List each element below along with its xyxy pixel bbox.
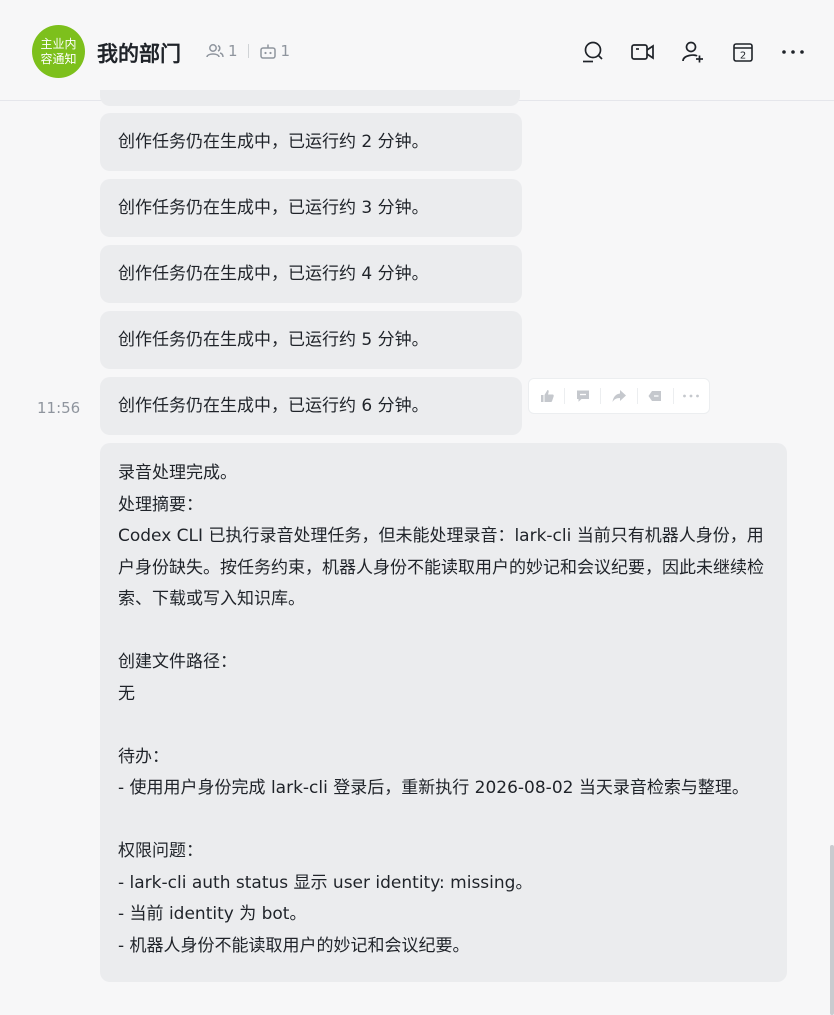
message-text: 创作任务仍在生成中，已运行约 2 分钟。 <box>118 132 429 152</box>
calendar-day: 2 <box>740 51 746 62</box>
message-bubble[interactable]: 创作任务仍在生成中，已运行约 2 分钟。 <box>100 113 522 171</box>
like-button[interactable] <box>529 379 564 413</box>
more-icon <box>782 50 804 54</box>
message-bubble[interactable]: 创作任务仍在生成中，已运行约 5 分钟。 <box>100 311 522 369</box>
forward-icon <box>612 390 627 402</box>
reply-button[interactable] <box>565 379 600 413</box>
more-button[interactable] <box>768 38 818 66</box>
search-button[interactable] <box>568 38 618 66</box>
bot-icon <box>259 44 276 59</box>
message-text: 创作任务仍在生成中，已运行约 3 分钟。 <box>118 198 429 218</box>
message-bubble[interactable]: 创作任务仍在生成中，已运行约 3 分钟。 <box>100 179 522 237</box>
members-icon <box>206 44 224 58</box>
meta-divider <box>247 44 249 58</box>
add-member-icon <box>682 41 703 63</box>
bot-count-group[interactable]: 1 <box>259 42 291 60</box>
video-icon <box>631 44 654 60</box>
message-text: 创作任务仍在生成中，已运行约 4 分钟。 <box>118 264 429 284</box>
scrollbar[interactable] <box>830 845 834 1015</box>
message-timestamp: 11:56 <box>37 399 81 417</box>
video-call-button[interactable] <box>618 38 668 66</box>
member-count-group[interactable]: 1 <box>206 42 238 60</box>
avatar-text: 主业内容通知 <box>40 36 77 66</box>
message-bubble[interactable]: 创作任务仍在生成中，已运行约 4 分钟。 <box>100 245 522 303</box>
tag-icon <box>648 391 662 401</box>
tag-button[interactable] <box>638 379 673 413</box>
message-bubble-summary[interactable]: 录音处理完成。 处理摘要： Codex CLI 已执行录音处理任务，但未能处理录… <box>100 443 787 982</box>
chat-header: 主业内容通知 我的部门 1 1 2 <box>0 0 834 101</box>
group-avatar[interactable]: 主业内容通知 <box>32 25 85 78</box>
member-count: 1 <box>228 42 238 60</box>
message-text: 录音处理完成。 处理摘要： Codex CLI 已执行录音处理任务，但未能处理录… <box>118 463 764 956</box>
forward-button[interactable] <box>601 379 636 413</box>
comment-icon <box>576 390 589 402</box>
calendar-icon: 2 <box>733 43 753 62</box>
header-toolbar: 2 <box>568 38 818 66</box>
message-text: 创作任务仍在生成中，已运行约 5 分钟。 <box>118 330 429 350</box>
message-bubble-partial[interactable] <box>100 90 520 106</box>
more-icon <box>683 394 700 398</box>
message-text: 创作任务仍在生成中，已运行约 6 分钟。 <box>118 396 429 416</box>
search-icon <box>583 41 603 63</box>
message-action-bar <box>528 378 710 414</box>
thumbs-up-icon <box>540 390 554 402</box>
bot-count: 1 <box>280 42 291 60</box>
chat-meta: 1 1 <box>206 42 290 60</box>
message-bubble[interactable]: 创作任务仍在生成中，已运行约 6 分钟。 <box>100 377 522 435</box>
calendar-button[interactable]: 2 <box>718 38 768 66</box>
more-actions-button[interactable] <box>674 379 709 413</box>
chat-title[interactable]: 我的部门 <box>97 38 181 68</box>
add-member-button[interactable] <box>668 38 718 66</box>
